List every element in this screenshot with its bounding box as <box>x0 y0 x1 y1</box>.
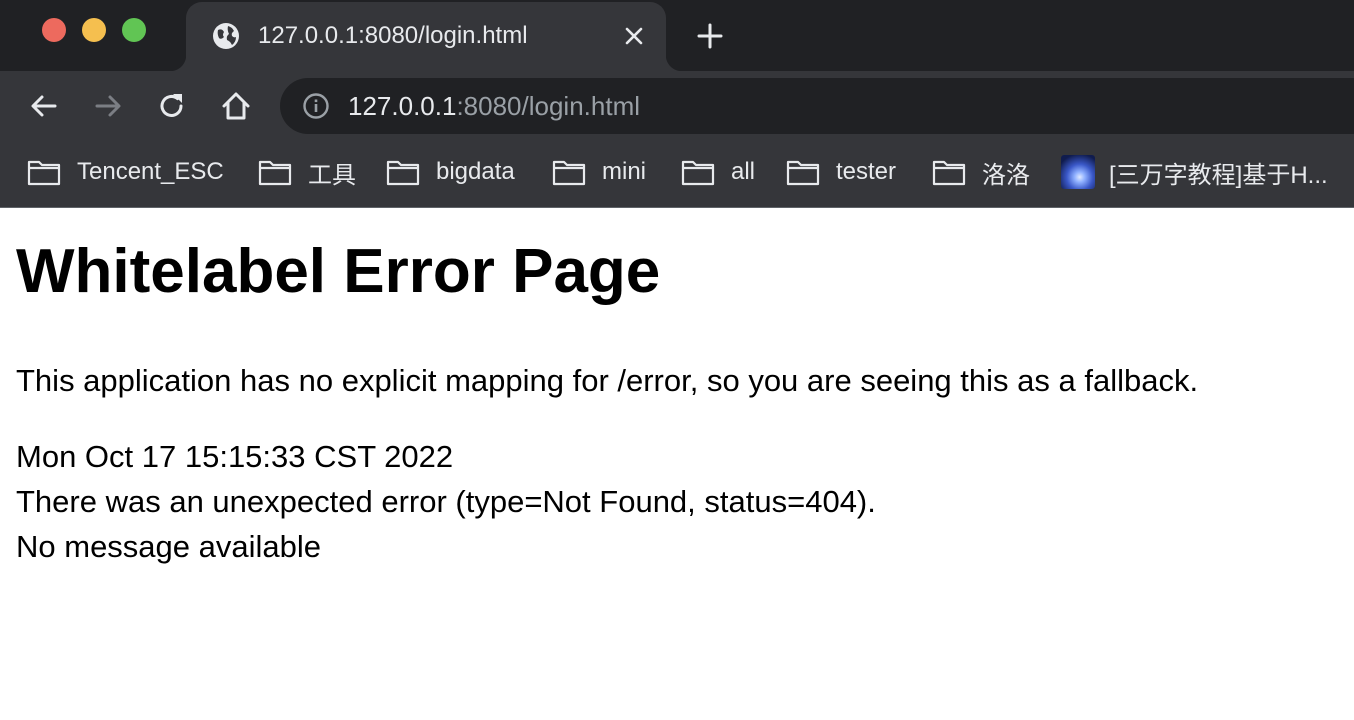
page-content: Whitelabel Error Page This application h… <box>0 208 1354 720</box>
bookmark-folder-tencent-esc[interactable]: Tencent_ESC <box>27 155 224 189</box>
bookmarks-bar: Tencent_ESC 工具 bigdata mini all tester 洛… <box>0 141 1354 207</box>
bookmark-label: 工具 <box>308 161 356 189</box>
error-message: No message available <box>16 529 322 564</box>
close-icon[interactable] <box>620 22 648 50</box>
bookmark-label: tester <box>836 158 897 185</box>
window-zoom-button[interactable] <box>122 18 146 42</box>
plus-icon[interactable] <box>694 20 726 52</box>
bookmark-label: bigdata <box>436 158 515 185</box>
url-host: 127.0.0.1 <box>348 91 457 121</box>
url-path: :8080/login.html <box>456 91 640 121</box>
back-button[interactable] <box>27 89 61 123</box>
bookmark-folder-tester[interactable]: tester <box>786 155 896 189</box>
home-button[interactable] <box>219 89 253 123</box>
bookmark-label: all <box>731 158 756 185</box>
folder-icon <box>552 160 586 186</box>
folder-icon <box>386 160 420 186</box>
bookmark-folder-all[interactable]: all <box>681 155 755 189</box>
tab-title: 127.0.0.1:8080/login.html <box>258 22 528 49</box>
reload-icon <box>160 94 183 117</box>
forward-arrow-icon <box>95 95 121 117</box>
window-close-button[interactable] <box>42 18 66 42</box>
forward-button[interactable] <box>91 89 125 123</box>
error-timestamp: Mon Oct 17 15:15:33 CST 2022 <box>16 439 454 474</box>
bookmark-tutorial-link[interactable]: [三万字教程]基于H... <box>1061 155 1328 189</box>
address-bar[interactable]: 127.0.0.1:8080/login.html <box>280 78 1354 134</box>
site-favicon <box>1061 155 1095 189</box>
bookmark-label: mini <box>602 158 647 185</box>
folder-icon <box>681 160 715 186</box>
bookmark-folder-tools[interactable]: 工具 <box>258 155 356 189</box>
bookmark-folder-luoluo[interactable]: 洛洛 <box>932 155 1030 189</box>
error-explanation: This application has no explicit mapping… <box>16 363 1199 398</box>
tab-strip: 127.0.0.1:8080/login.html <box>0 0 1354 71</box>
window-minimize-button[interactable] <box>82 18 106 42</box>
page-title: Whitelabel Error Page <box>16 237 661 306</box>
toolbar: 127.0.0.1:8080/login.html <box>0 71 1354 141</box>
reload-button[interactable] <box>155 89 189 123</box>
bookmark-folder-mini[interactable]: mini <box>552 155 646 189</box>
folder-icon <box>27 160 61 186</box>
globe-icon <box>213 23 239 49</box>
info-icon[interactable] <box>302 92 330 120</box>
folder-icon <box>786 160 820 186</box>
bookmark-folder-bigdata[interactable]: bigdata <box>386 155 515 189</box>
bookmark-label: Tencent_ESC <box>77 158 224 185</box>
folder-icon <box>932 160 966 186</box>
active-tab[interactable]: 127.0.0.1:8080/login.html <box>170 2 682 71</box>
url-text[interactable]: 127.0.0.1:8080/login.html <box>348 91 640 122</box>
home-icon <box>222 92 250 120</box>
bookmark-label: [三万字教程]基于H... <box>1109 161 1328 189</box>
back-arrow-icon <box>31 95 57 117</box>
error-status: There was an unexpected error (type=Not … <box>16 484 876 519</box>
bookmark-label: 洛洛 <box>982 161 1030 189</box>
browser-chrome: 127.0.0.1:8080/login.html 127.0.0.1:8080… <box>0 0 1354 208</box>
folder-icon <box>258 160 292 186</box>
